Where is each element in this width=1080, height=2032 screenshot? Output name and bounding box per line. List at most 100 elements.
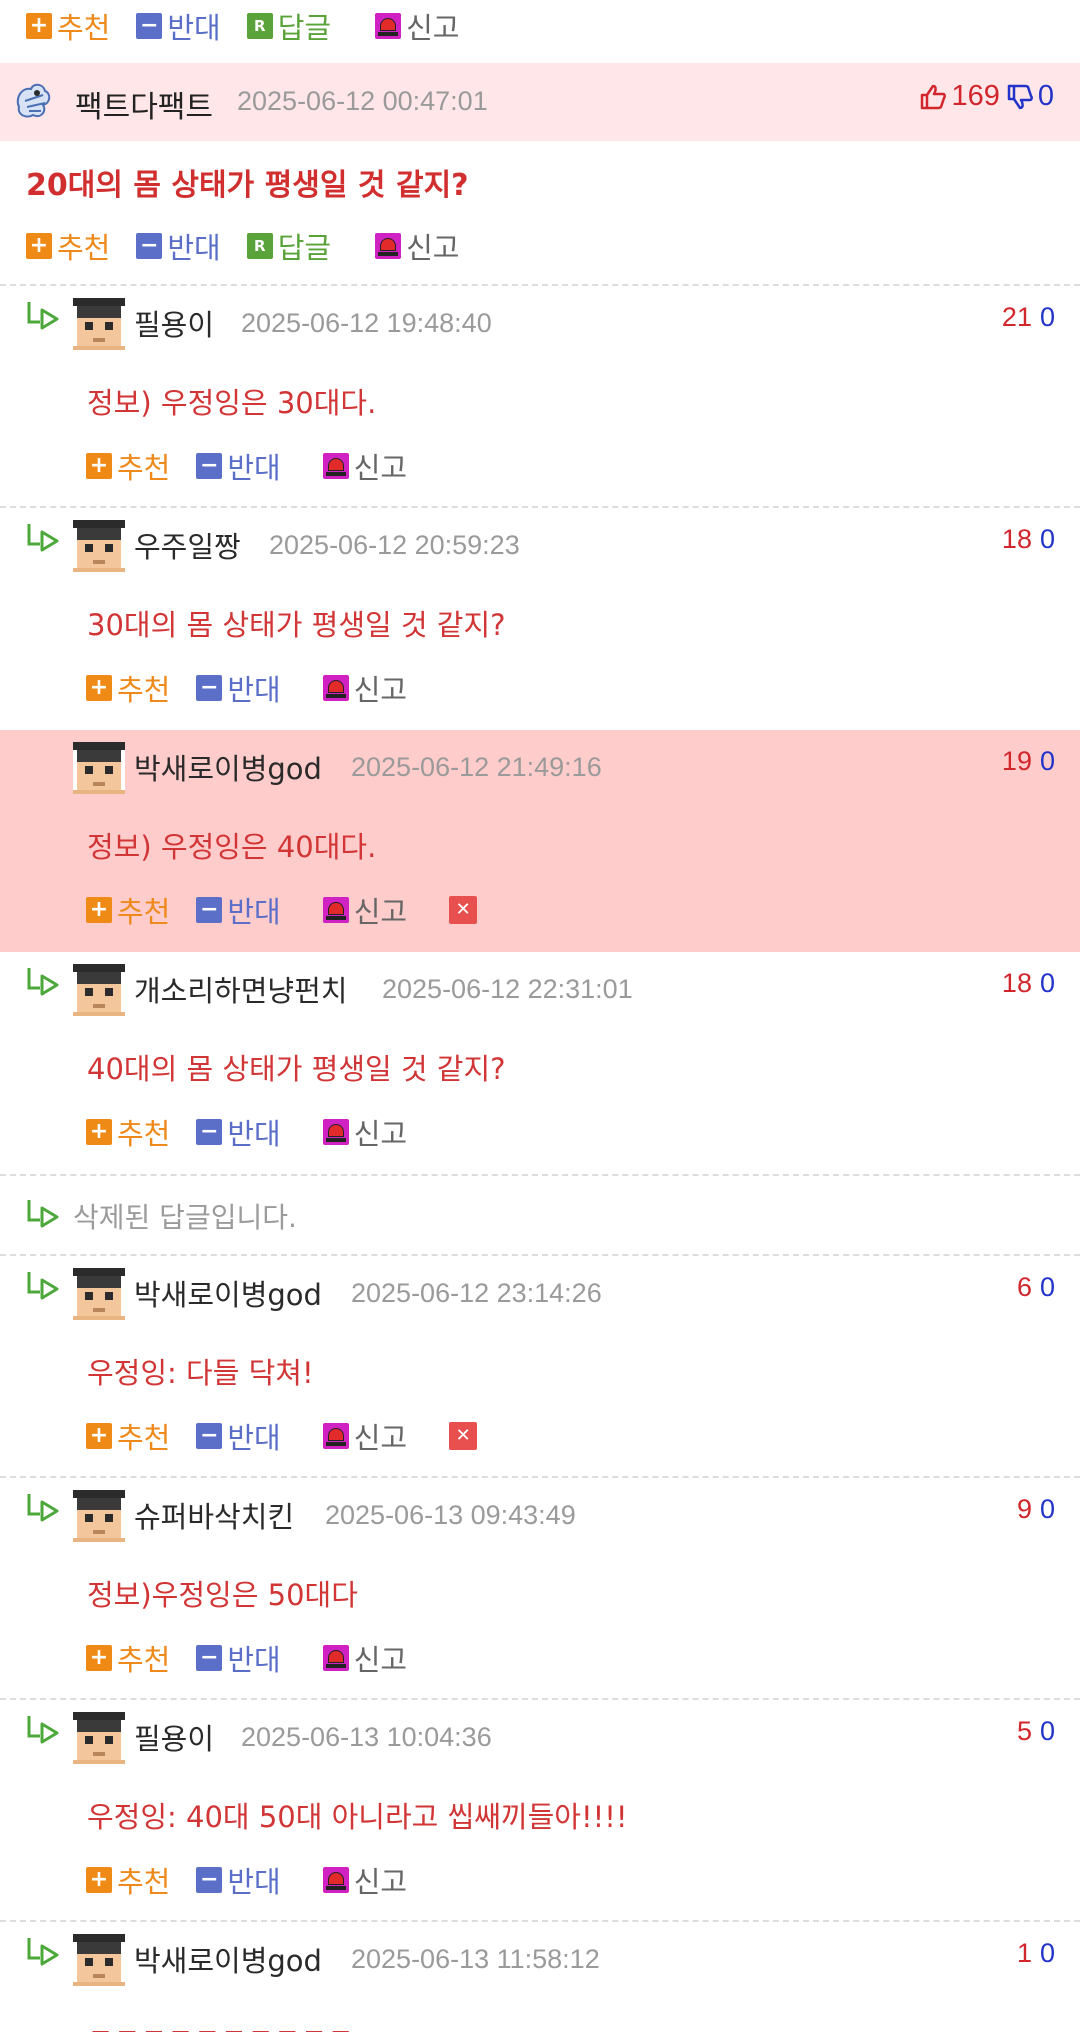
minus-icon: −: [136, 13, 163, 39]
user-avatar[interactable]: [73, 520, 125, 572]
timestamp: 2025-06-12 20:59:23: [269, 530, 520, 560]
recommend-button[interactable]: + 추천: [86, 1859, 170, 1901]
reply-button[interactable]: R 답글: [246, 225, 331, 267]
user-avatar[interactable]: [73, 742, 125, 794]
siren-icon: [375, 13, 402, 39]
recommend-button[interactable]: + 추천: [86, 445, 170, 487]
user-avatar[interactable]: [73, 1934, 125, 1986]
plus-icon: +: [86, 1645, 112, 1671]
reply-button[interactable]: R 답글: [246, 5, 331, 47]
recommend-button[interactable]: + 추천: [26, 5, 110, 47]
oppose-button[interactable]: − 반대: [136, 5, 221, 47]
action-bar: + 추천 − 반대 신고: [86, 1112, 433, 1152]
reply-arrow-icon: [26, 966, 60, 998]
vote-count: 50: [1016, 1716, 1055, 1746]
reply-comment: 개소리하면냥펀치 2025-06-12 22:31:01 18 0 40대의 몸 …: [0, 952, 1080, 1174]
comment-text: 30대의 몸 상태가 평생일 것 같지?: [87, 608, 506, 642]
vote-count: 60: [1016, 1272, 1055, 1302]
oppose-button[interactable]: − 반대: [196, 667, 281, 709]
vote-count: 10: [1016, 1938, 1055, 1968]
user-avatar[interactable]: [73, 298, 125, 350]
vote-count: 19 0: [1001, 746, 1055, 776]
report-button[interactable]: 신고: [322, 1637, 407, 1679]
recommend-button[interactable]: + 추천: [86, 1415, 170, 1457]
user-avatar[interactable]: [13, 81, 53, 123]
plus-icon: +: [86, 675, 112, 701]
reply-comment: 박새로이병god 2025-06-13 11:58:12 10 ㅋㅋㅋㅋㅋㅋㅋㅋ…: [0, 1920, 1080, 2032]
action-bar: + 추천 − 반대 신고 ✕: [86, 1416, 508, 1456]
thumbs-up-icon: [919, 83, 947, 111]
comment-text: 40대의 몸 상태가 평생일 것 같지?: [87, 1052, 506, 1086]
recommend-button[interactable]: + 추천: [86, 1637, 170, 1679]
user-avatar[interactable]: [73, 1268, 125, 1320]
author-name[interactable]: 개소리하면냥펀치: [134, 968, 347, 1010]
plus-icon: +: [26, 13, 52, 39]
oppose-button[interactable]: − 반대: [196, 1415, 281, 1457]
deleted-reply: 삭제된 답글입니다.: [0, 1174, 1080, 1254]
report-button[interactable]: 신고: [375, 225, 460, 267]
author-name[interactable]: 필용이: [134, 1716, 214, 1758]
reply-arrow-icon: [26, 522, 60, 554]
oppose-button[interactable]: − 반대: [196, 445, 281, 487]
reply-arrow-icon: [26, 1492, 60, 1524]
oppose-button[interactable]: − 반대: [196, 889, 281, 931]
timestamp: 2025-06-12 19:48:40: [241, 308, 492, 338]
author-name[interactable]: 박새로이병god: [134, 746, 322, 788]
reply-arrow-icon: [26, 1270, 60, 1302]
report-button[interactable]: 신고: [322, 1859, 407, 1901]
reply-comment: 필용이 2025-06-13 10:04:36 50 우정잉: 40대 50대 …: [0, 1698, 1080, 1920]
recommend-button[interactable]: + 추천: [26, 225, 110, 267]
report-button[interactable]: 신고: [375, 5, 460, 47]
siren-icon: [375, 233, 402, 259]
vote-count: 90: [1016, 1494, 1055, 1524]
reply-icon: R: [246, 13, 273, 39]
user-avatar[interactable]: [73, 1490, 125, 1542]
plus-icon: +: [86, 1867, 112, 1893]
author-name[interactable]: 박새로이병god: [134, 1272, 322, 1314]
comment-text: ㅋㅋㅋㅋㅋㅋㅋㅋㅋㅋ: [87, 2016, 354, 2032]
reply-comment: 슈퍼바삭치킨 2025-06-13 09:43:49 90 정보)우정잉은 50…: [0, 1476, 1080, 1698]
oppose-button[interactable]: − 반대: [196, 1859, 281, 1901]
report-button[interactable]: 신고: [322, 667, 407, 709]
oppose-button[interactable]: − 반대: [196, 1637, 281, 1679]
author-name[interactable]: 우주일짱: [134, 524, 241, 566]
thumbs-down-icon: [1006, 83, 1034, 111]
report-button[interactable]: 신고: [322, 1415, 407, 1457]
user-avatar[interactable]: [73, 1712, 125, 1764]
minus-icon: −: [196, 897, 223, 923]
siren-icon: [322, 1423, 349, 1449]
author-name[interactable]: 팩트다팩트: [75, 82, 213, 126]
recommend-button[interactable]: + 추천: [86, 1111, 170, 1153]
reply-icon: R: [246, 233, 273, 259]
report-button[interactable]: 신고: [322, 889, 407, 931]
vote-count: 169 0: [919, 80, 1054, 113]
report-button[interactable]: 신고: [322, 1111, 407, 1153]
plus-icon: +: [86, 1423, 112, 1449]
action-bar: + 추천 − 반대 신고: [86, 668, 433, 708]
plus-icon: +: [86, 897, 112, 923]
user-avatar[interactable]: [73, 964, 125, 1016]
recommend-button[interactable]: + 추천: [86, 889, 170, 931]
comment-text: 정보) 우정잉은 30대다.: [87, 386, 377, 420]
comment-text: 우정잉: 40대 50대 아니라고 씹쌔끼들아!!!!: [87, 1800, 628, 1834]
reply-arrow-icon: [26, 1714, 60, 1746]
minus-icon: −: [196, 675, 223, 701]
oppose-button[interactable]: − 반대: [196, 1111, 281, 1153]
main-comment-header: 팩트다팩트 2025-06-12 00:47:01 169 0: [0, 63, 1080, 141]
oppose-button[interactable]: − 반대: [136, 225, 221, 267]
plus-icon: +: [86, 1119, 112, 1145]
siren-icon: [322, 675, 349, 701]
delete-button[interactable]: ✕: [449, 1422, 482, 1450]
plus-icon: +: [26, 233, 52, 259]
author-name[interactable]: 박새로이병god: [134, 1938, 322, 1980]
report-button[interactable]: 신고: [322, 445, 407, 487]
author-name[interactable]: 필용이: [134, 302, 214, 344]
delete-button[interactable]: ✕: [449, 896, 482, 924]
comment-text: 정보) 우정잉은 40대다.: [87, 830, 377, 864]
comment-text: 우정잉: 다들 닥쳐!: [87, 1356, 314, 1390]
minus-icon: −: [136, 233, 163, 259]
reply-arrow-icon: [26, 1936, 60, 1968]
recommend-button[interactable]: + 추천: [86, 667, 170, 709]
author-name[interactable]: 슈퍼바삭치킨: [134, 1494, 294, 1536]
vote-count: 18 0: [1001, 968, 1055, 998]
